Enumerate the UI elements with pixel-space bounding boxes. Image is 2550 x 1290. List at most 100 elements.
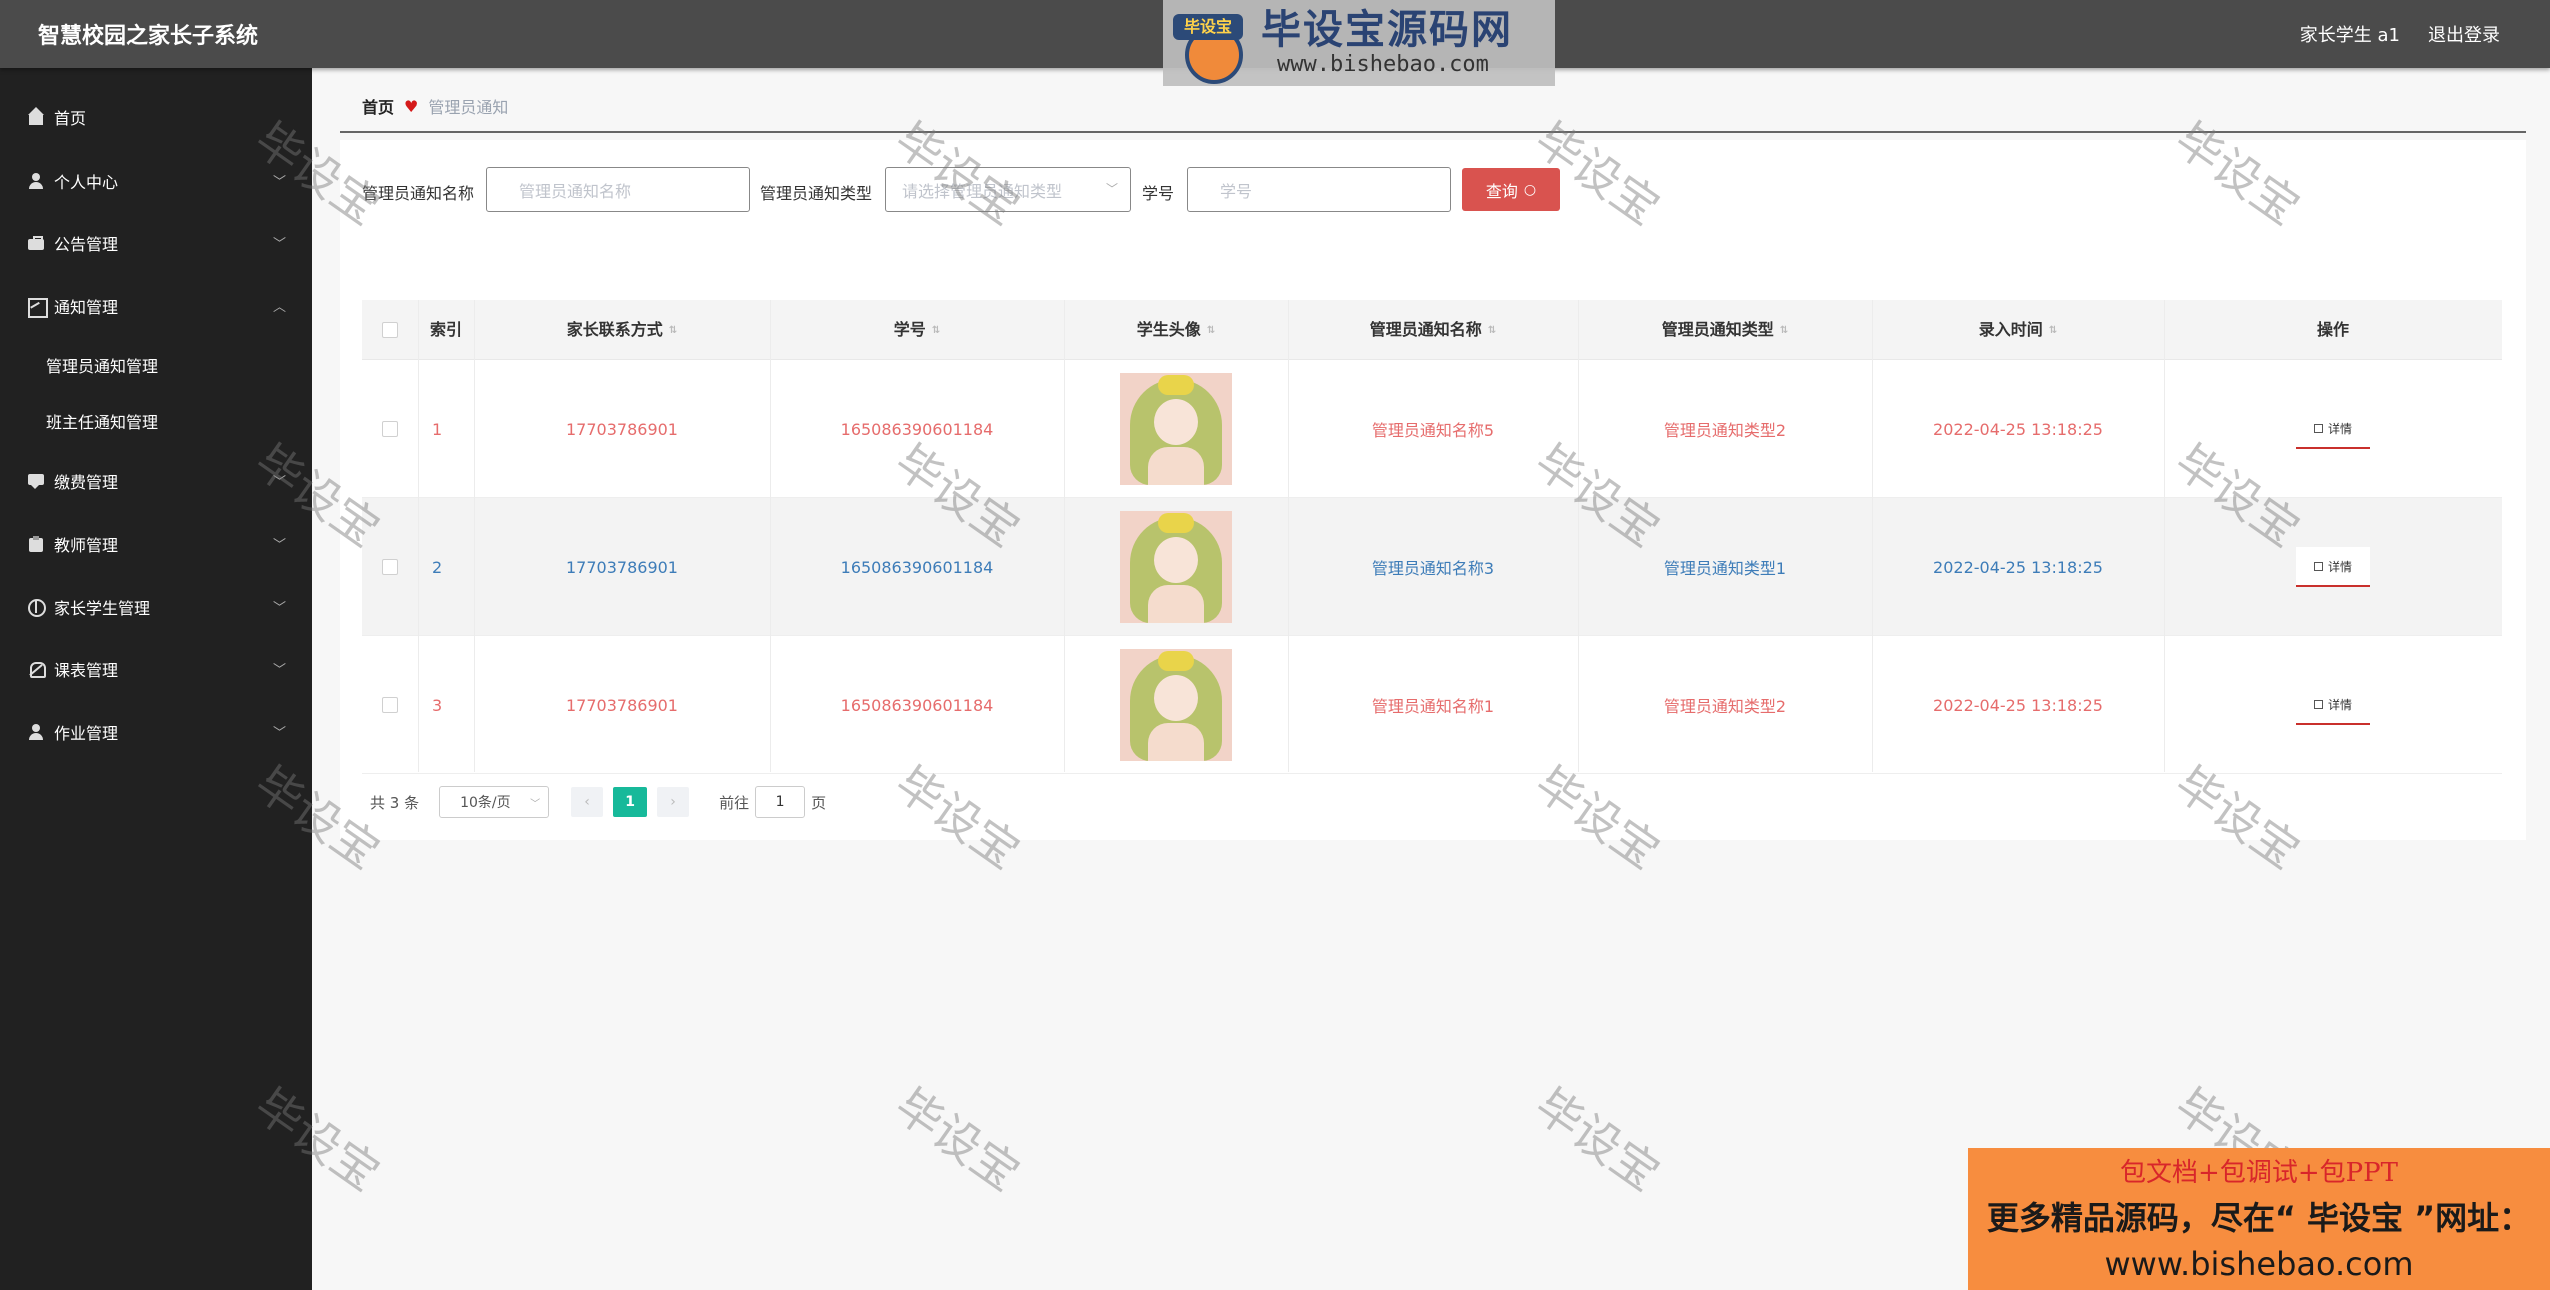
next-page-button[interactable]: › (657, 787, 690, 817)
sidebar-item-home[interactable]: 首页 (0, 97, 312, 137)
detail-button[interactable]: 详情 (2296, 547, 2370, 587)
chevron-left-icon: ‹ (584, 794, 590, 810)
site-logo-banner: 毕设宝 毕设宝源码网 www.bishebao.com (1163, 0, 1555, 86)
xuehao-input[interactable]: 学号 (1187, 167, 1451, 212)
table-row: 3 17703786901 165086390601184 管理员通知名称1 管… (362, 636, 2502, 774)
promo-url: www.bishebao.com (2104, 1245, 2414, 1283)
chevron-down-icon: ﹀ (272, 237, 286, 252)
table-row: 1 17703786901 165086390601184 管理员通知名称5 管… (362, 360, 2502, 498)
user-icon (28, 173, 44, 189)
pagination: 共 3 条 10条/页 ﹀ ‹ 1 › 前往 1 页 (362, 786, 826, 818)
cell-xuehao: 165086390601184 (840, 419, 994, 439)
sort-icon: ⇅ (931, 324, 941, 336)
pagination-total: 共 3 条 (370, 793, 420, 812)
sidebar-item-notice[interactable]: 通知管理 ︿ (0, 286, 312, 326)
chevron-down-icon: ﹀ (272, 175, 286, 190)
header-phone[interactable]: 家长联系方式 ⇅ (474, 300, 770, 360)
sidebar-item-payment[interactable]: 缴费管理 ﹀ (0, 461, 312, 501)
circle-icon (28, 599, 46, 617)
column-divider (1872, 300, 1873, 772)
page-size-select[interactable]: 10条/页 ﹀ (439, 786, 550, 818)
document-icon (2313, 699, 2323, 709)
cell-xuehao: 165086390601184 (840, 557, 994, 577)
notice-name-input[interactable]: 管理员通知名称 (486, 167, 750, 212)
notice-type-label: 管理员通知类型 (760, 184, 873, 203)
header-notice-name[interactable]: 管理员通知名称 ⇅ (1288, 300, 1578, 360)
prev-page-button[interactable]: ‹ (571, 787, 604, 817)
cell-phone: 17703786901 (566, 695, 678, 715)
search-icon: ○ (1523, 181, 1537, 198)
breadcrumb-home[interactable]: 首页 (362, 94, 394, 118)
column-divider (1578, 300, 1579, 772)
sidebar: 首页 个人中心 ﹀ 公告管理 ﹀ 通知管理 ︿ 管理员通知管理 班主任通知管理 … (0, 68, 312, 1290)
home-icon (28, 107, 44, 125)
sidebar-item-parent-student[interactable]: 家长学生管理 ﹀ (0, 587, 312, 627)
logo-title: 毕设宝源码网 (1261, 7, 1513, 53)
student-avatar (1120, 373, 1232, 485)
chevron-down-icon: ﹀ (1105, 182, 1118, 196)
sidebar-item-profile[interactable]: 个人中心 ﹀ (0, 161, 312, 201)
column-divider (2164, 300, 2165, 772)
user-area: 家长学生 a1 退出登录 (2300, 0, 2500, 68)
chevron-down-icon: ﹀ (272, 538, 286, 553)
row-checkbox[interactable] (382, 421, 398, 437)
header-xuehao[interactable]: 学号 ⇅ (770, 300, 1064, 360)
current-user: 家长学生 a1 (2299, 25, 2400, 46)
header-avatar[interactable]: 学生头像 ⇅ (1064, 300, 1288, 360)
briefcase-icon (28, 235, 44, 251)
breadcrumb-divider (340, 131, 2526, 133)
column-divider (770, 300, 771, 772)
detail-button[interactable]: 详情 (2296, 409, 2370, 449)
cell-notice-name: 管理员通知名称1 (1371, 697, 1495, 716)
sidebar-item-announcement[interactable]: 公告管理 ﹀ (0, 223, 312, 263)
sidebar-subitem-admin-notice[interactable]: 管理员通知管理 (0, 345, 312, 385)
column-divider (1288, 300, 1289, 772)
detail-button[interactable]: 详情 (2296, 685, 2370, 725)
promo-banner[interactable]: 包文档+包调试+包PPT 更多精品源码，尽在“ 毕设宝 ”网址： www.bis… (1968, 1148, 2550, 1290)
column-divider (418, 300, 419, 772)
notice-name-label: 管理员通知名称 (362, 184, 475, 203)
chevron-down-icon: ﹀ (272, 601, 286, 616)
table-header: 索引 家长联系方式 ⇅ 学号 ⇅ 学生头像 ⇅ 管理员通知名称 ⇅ 管理员通知类型 ⇅ 录… (362, 300, 2502, 360)
student-avatar (1120, 649, 1232, 761)
chart-icon (28, 298, 48, 318)
sidebar-item-homework[interactable]: 作业管理 ﹀ (0, 712, 312, 752)
bell-icon (28, 661, 46, 678)
column-divider (1064, 300, 1065, 772)
breadcrumb-current: 管理员通知 (428, 98, 509, 117)
header-action: 操作 (2316, 320, 2349, 339)
goto-page-input[interactable]: 1 (755, 786, 806, 818)
logout-button[interactable]: 退出登录 (2428, 21, 2500, 47)
page-1-button[interactable]: 1 (613, 787, 648, 817)
query-button[interactable]: 查询 ○ (1462, 168, 1560, 211)
chevron-down-icon: ﹀ (272, 663, 286, 678)
logo-mascot-icon: 毕设宝 (1163, 0, 1255, 86)
user-icon (28, 724, 44, 740)
header-index: 索引 (429, 320, 462, 339)
sidebar-item-schedule[interactable]: 课表管理 ﹀ (0, 649, 312, 689)
sort-icon: ⇅ (668, 324, 678, 336)
cell-time: 2022-04-25 13:18:25 (1933, 557, 2103, 577)
goto-label: 前往 (719, 793, 750, 812)
cell-notice-name: 管理员通知名称3 (1371, 559, 1495, 578)
cell-phone: 17703786901 (566, 419, 678, 439)
cell-notice-name: 管理员通知名称5 (1371, 421, 1495, 440)
watermark: 毕设宝 (885, 1077, 1030, 1202)
cell-time: 2022-04-25 13:18:25 (1933, 695, 2103, 715)
sort-icon: ⇅ (1779, 324, 1789, 336)
sort-icon: ⇅ (1487, 324, 1497, 336)
message-icon (28, 473, 44, 489)
app-title: 智慧校园之家长子系统 (38, 24, 259, 49)
sort-icon: ⇅ (2048, 324, 2058, 336)
cell-phone: 17703786901 (566, 557, 678, 577)
sidebar-subitem-teacher-notice[interactable]: 班主任通知管理 (0, 401, 312, 441)
row-checkbox[interactable] (382, 559, 398, 575)
sidebar-item-teacher[interactable]: 教师管理 ﹀ (0, 524, 312, 564)
select-all-checkbox[interactable] (382, 322, 398, 338)
notice-type-select[interactable]: 请选择管理员通知类型 ﹀ (885, 167, 1131, 212)
cell-notice-type: 管理员通知类型2 (1663, 421, 1787, 440)
cell-time: 2022-04-25 13:18:25 (1933, 419, 2103, 439)
header-time[interactable]: 录入时间 ⇅ (1872, 300, 2164, 360)
header-notice-type[interactable]: 管理员通知类型 ⇅ (1578, 300, 1872, 360)
row-checkbox[interactable] (382, 697, 398, 713)
